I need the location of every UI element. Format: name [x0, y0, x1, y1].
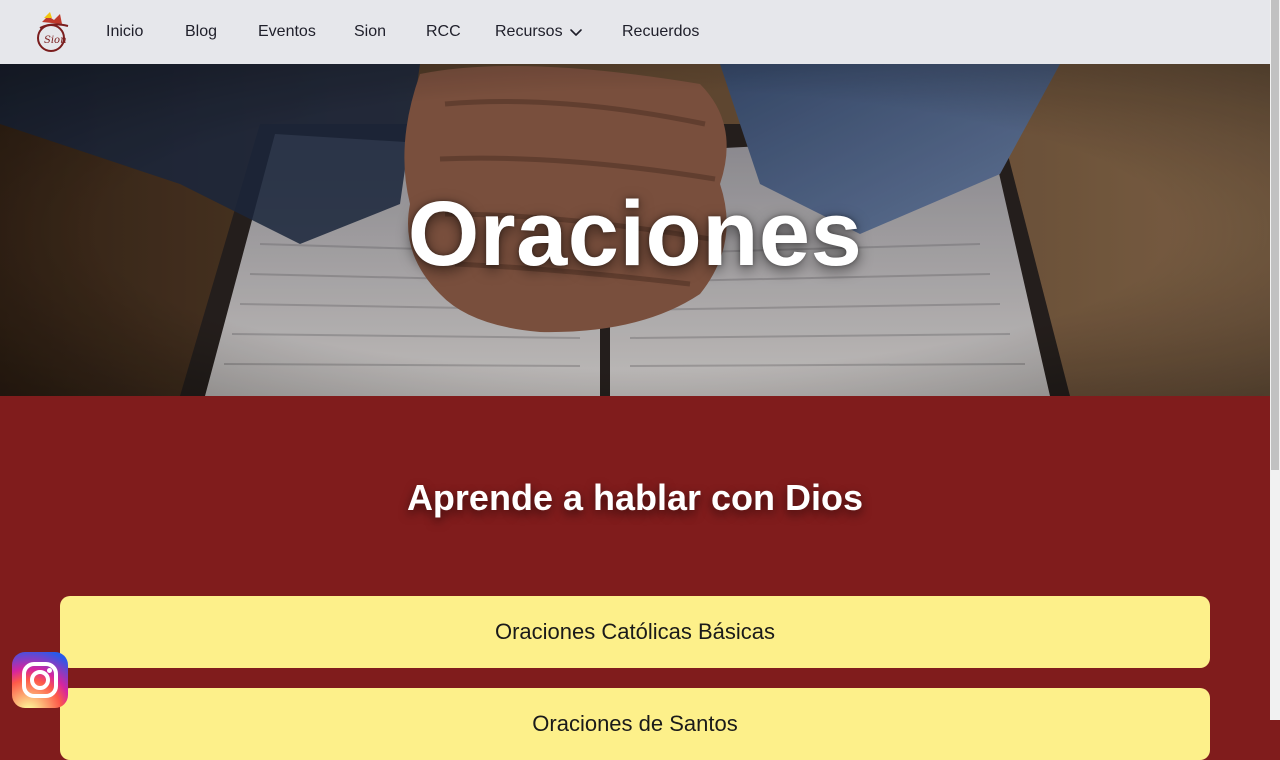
instagram-icon: [22, 662, 58, 698]
nav-menu: Inicio Blog Eventos Sion RCC Recursos Re…: [0, 0, 1270, 64]
main-content: Aprende a hablar con Dios Oraciones Cató…: [0, 396, 1270, 760]
chevron-down-icon: [569, 29, 582, 36]
prayer-category-card[interactable]: Oraciones Católicas Básicas: [60, 596, 1210, 668]
nav-item-rcc[interactable]: RCC: [426, 22, 461, 42]
nav-item-label: Recursos: [495, 23, 563, 40]
nav-item-blog[interactable]: Blog: [185, 22, 217, 42]
section-heading: Aprende a hablar con Dios: [406, 477, 864, 518]
card-label: Oraciones de Santos: [532, 711, 738, 736]
nav-item-label: Inicio: [106, 23, 144, 40]
card-label: Oraciones Católicas Básicas: [494, 619, 775, 644]
nav-item-label: Eventos: [258, 23, 316, 40]
nav-item-label: Blog: [185, 23, 218, 40]
nav-item-sion[interactable]: Sion: [354, 22, 386, 42]
page-title: Oraciones: [407, 183, 863, 285]
hero-banner: Oraciones: [0, 64, 1270, 396]
nav-item-recuerdos[interactable]: Recuerdos: [622, 22, 699, 42]
prayer-category-card[interactable]: Oraciones de Santos: [60, 688, 1210, 760]
nav-item-label: RCC: [426, 23, 461, 40]
nav-item-recursos[interactable]: Recursos: [495, 22, 583, 42]
page-scrollbar[interactable]: [1270, 0, 1280, 720]
nav-item-label: Recuerdos: [622, 23, 700, 40]
nav-item-label: Sion: [354, 23, 387, 40]
navbar: Sion Inicio Blog Eventos Sion RCC Recurs…: [0, 0, 1270, 64]
scrollbar-thumb[interactable]: [1271, 0, 1279, 470]
nav-item-eventos[interactable]: Eventos: [258, 22, 316, 42]
instagram-button[interactable]: [12, 652, 68, 708]
nav-item-inicio[interactable]: Inicio: [106, 22, 143, 42]
